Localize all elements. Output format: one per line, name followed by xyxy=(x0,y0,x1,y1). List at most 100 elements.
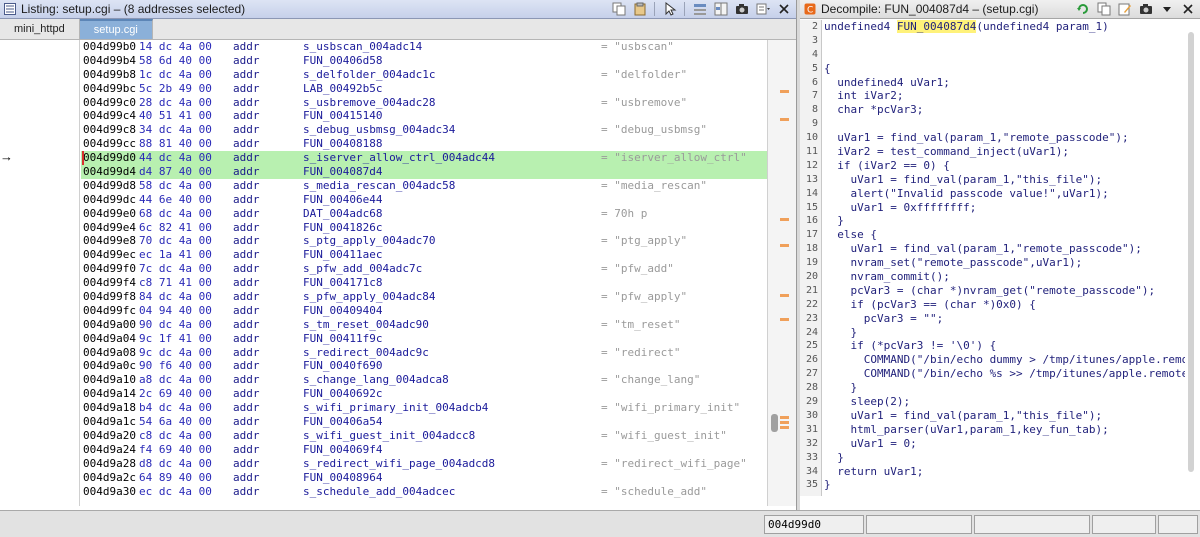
operand-cell[interactable]: FUN_00409404 xyxy=(303,304,382,318)
close-icon[interactable] xyxy=(1179,1,1196,17)
listing-row[interactable]: 004d99b4 58 6d 40 00 addr FUN_00406d58 xyxy=(81,54,767,68)
overview-marker[interactable] xyxy=(780,294,789,297)
code-line[interactable]: undefined4 uVar1; xyxy=(824,76,1185,90)
code-line[interactable]: } xyxy=(824,478,1185,492)
operand-cell[interactable]: FUN_00408188 xyxy=(303,137,382,151)
operand-cell[interactable]: FUN_00415140 xyxy=(303,109,382,123)
code-line[interactable] xyxy=(824,492,1185,496)
code-line[interactable]: } xyxy=(824,214,1185,228)
copy-icon[interactable] xyxy=(610,1,627,17)
code-line[interactable]: nvram_set("remote_passcode",uVar1); xyxy=(824,256,1185,270)
operand-cell[interactable]: s_usbremove_004adc28 xyxy=(303,96,435,110)
decompile-vertical-scrollbar[interactable] xyxy=(1186,32,1196,498)
operand-cell[interactable]: s_pfw_apply_004adc84 xyxy=(303,290,435,304)
refresh-icon[interactable] xyxy=(1074,1,1091,17)
dropdown-icon[interactable] xyxy=(1158,1,1175,17)
code-line[interactable]: int iVar2; xyxy=(824,89,1185,103)
snapshot-icon[interactable] xyxy=(733,1,750,17)
code-line[interactable] xyxy=(824,117,1185,131)
code-line[interactable]: } xyxy=(824,451,1185,465)
function-name[interactable]: FUN_004087d4 xyxy=(896,20,977,33)
overview-marker[interactable] xyxy=(780,118,789,121)
operand-cell[interactable]: LAB_00492b5c xyxy=(303,82,382,96)
listing-row[interactable]: 004d99c0 28 dc 4a 00 addr s_usbremove_004ad… xyxy=(81,96,767,110)
code-line[interactable]: uVar1 = 0xffffffff; xyxy=(824,201,1185,215)
operand-cell[interactable]: s_schedule_add_004adcec xyxy=(303,485,455,499)
listing-row[interactable]: 004d99f0 7c dc 4a 00 addr s_pfw_add_004adc7… xyxy=(81,262,767,276)
code-line[interactable]: return uVar1; xyxy=(824,465,1185,479)
code-line[interactable]: if (pcVar3 == (char *)0x0) { xyxy=(824,298,1185,312)
function-signature[interactable]: undefined4 FUN_004087d4(undefined4 param… xyxy=(824,20,1185,34)
listing-row[interactable]: 004d9a28 d8 dc 4a 00 addr s_redirect_wifi_p… xyxy=(81,457,767,471)
listing-row[interactable]: 004d99f8 84 dc 4a 00 addr s_pfw_apply_004ad… xyxy=(81,290,767,304)
listing-row[interactable]: 004d9a08 9c dc 4a 00 addr s_redirect_004adc… xyxy=(81,346,767,360)
listing-row[interactable]: 004d99c8 34 dc 4a 00 addr s_debug_usbmsg_00… xyxy=(81,123,767,137)
vertical-scrollbar-thumb[interactable] xyxy=(771,414,778,432)
operand-cell[interactable]: s_redirect_004adc9c xyxy=(303,346,429,360)
overview-marker[interactable] xyxy=(780,244,789,247)
operand-cell[interactable]: s_wifi_primary_init_004adcb4 xyxy=(303,401,488,415)
code-line[interactable]: uVar1 = find_val(param_1,"remote_passcod… xyxy=(824,242,1185,256)
operand-cell[interactable]: FUN_0040f690 xyxy=(303,359,382,373)
overview-marker[interactable] xyxy=(780,426,789,429)
close-icon[interactable] xyxy=(775,1,792,17)
overview-marker[interactable] xyxy=(780,318,789,321)
code-line[interactable]: uVar1 = 0; xyxy=(824,437,1185,451)
listing-row[interactable]: 004d99cc 88 81 40 00 addr FUN_00408188 xyxy=(81,137,767,151)
listing-row[interactable]: 004d9a0c 90 f6 40 00 addr FUN_0040f690 xyxy=(81,359,767,373)
code-line[interactable]: pcVar3 = ""; xyxy=(824,312,1185,326)
overview-bar[interactable] xyxy=(767,40,796,506)
listing-row[interactable]: 004d99d0 44 dc 4a 00 addr s_iserver_allow_c… xyxy=(81,151,767,166)
code-line[interactable]: alert("Invalid passcode value!",uVar1); xyxy=(824,187,1185,201)
code-line[interactable] xyxy=(824,34,1185,48)
operand-cell[interactable]: s_pfw_add_004adc7c xyxy=(303,262,422,276)
operand-cell[interactable]: FUN_00411aec xyxy=(303,248,382,262)
field-layout-icon[interactable] xyxy=(691,1,708,17)
listing-row[interactable]: 004d99ec ec 1a 41 00 addr FUN_00411aec xyxy=(81,248,767,262)
listing-row[interactable]: 004d99e8 70 dc 4a 00 addr s_ptg_apply_004ad… xyxy=(81,234,767,248)
code-line[interactable]: char *pcVar3; xyxy=(824,103,1185,117)
operand-cell[interactable]: s_iserver_allow_ctrl_004adc44 xyxy=(303,151,495,165)
operand-cell[interactable]: FUN_004171c8 xyxy=(303,276,382,290)
listing-row[interactable]: 004d99f4 c8 71 41 00 addr FUN_004171c8 xyxy=(81,276,767,290)
listing-row[interactable]: 004d99c4 40 51 41 00 addr FUN_00415140 xyxy=(81,109,767,123)
operand-cell[interactable]: FUN_0041826c xyxy=(303,221,382,235)
overview-marker[interactable] xyxy=(780,421,789,424)
listing-row[interactable]: 004d99b8 1c dc 4a 00 addr s_delfolder_004ad… xyxy=(81,68,767,82)
code-line[interactable]: } xyxy=(824,381,1185,395)
code-line[interactable]: uVar1 = find_val(param_1,"this_file"); xyxy=(824,173,1185,187)
tab-mini-httpd[interactable]: mini_httpd xyxy=(0,19,80,39)
edit-signature-icon[interactable] xyxy=(1116,1,1133,17)
code-line[interactable]: else { xyxy=(824,228,1185,242)
operand-cell[interactable]: FUN_00406a54 xyxy=(303,415,382,429)
listing-row[interactable]: 004d9a20 c8 dc 4a 00 addr s_wifi_guest_init… xyxy=(81,429,767,443)
menu-icon[interactable] xyxy=(754,1,771,17)
paste-icon[interactable] xyxy=(631,1,648,17)
listing-row[interactable]: 004d99d4 d4 87 40 00 addr FUN_004087d4 xyxy=(81,165,767,179)
code-line[interactable]: pcVar3 = (char *)nvram_get("remote_passc… xyxy=(824,284,1185,298)
operand-cell[interactable]: FUN_00411f9c xyxy=(303,332,382,346)
diff-icon[interactable] xyxy=(712,1,729,17)
listing-row[interactable]: 004d9a10 a8 dc 4a 00 addr s_change_lang_004… xyxy=(81,373,767,387)
decompile-code-area[interactable]: undefined4 FUN_004087d4(undefined4 param… xyxy=(824,20,1185,496)
code-line[interactable]: sleep(2); xyxy=(824,395,1185,409)
listing-row[interactable]: 004d9a04 9c 1f 41 00 addr FUN_00411f9c xyxy=(81,332,767,346)
listing-code-area[interactable]: 004d99b0 14 dc 4a 00 addr s_usbscan_004adc1… xyxy=(81,40,767,502)
operand-cell[interactable]: s_debug_usbmsg_004adc34 xyxy=(303,123,455,137)
code-line[interactable]: iVar2 = test_command_inject(uVar1); xyxy=(824,145,1185,159)
operand-cell[interactable]: s_ptg_apply_004adc70 xyxy=(303,234,435,248)
listing-row[interactable]: 004d99b0 14 dc 4a 00 addr s_usbscan_004adc1… xyxy=(81,40,767,54)
decompile-scrollbar-thumb[interactable] xyxy=(1188,32,1194,472)
overview-marker[interactable] xyxy=(780,218,789,221)
operand-cell[interactable]: s_usbscan_004adc14 xyxy=(303,40,422,54)
tab-setup-cgi[interactable]: setup.cgi xyxy=(79,19,153,39)
operand-cell[interactable]: s_redirect_wifi_page_004adcd8 xyxy=(303,457,495,471)
operand-cell[interactable]: FUN_004069f4 xyxy=(303,443,382,457)
snapshot-icon[interactable] xyxy=(1137,1,1154,17)
code-line[interactable]: COMMAND("/bin/echo dummy > /tmp/itunes/a… xyxy=(824,353,1185,367)
code-line[interactable]: if (*pcVar3 != '\0') { xyxy=(824,339,1185,353)
code-line[interactable]: if (iVar2 == 0) { xyxy=(824,159,1185,173)
listing-row[interactable]: 004d99d8 58 dc 4a 00 addr s_media_rescan_00… xyxy=(81,179,767,193)
cursor-select-icon[interactable] xyxy=(661,1,678,17)
listing-row[interactable]: 004d99e4 6c 82 41 00 addr FUN_0041826c xyxy=(81,221,767,235)
